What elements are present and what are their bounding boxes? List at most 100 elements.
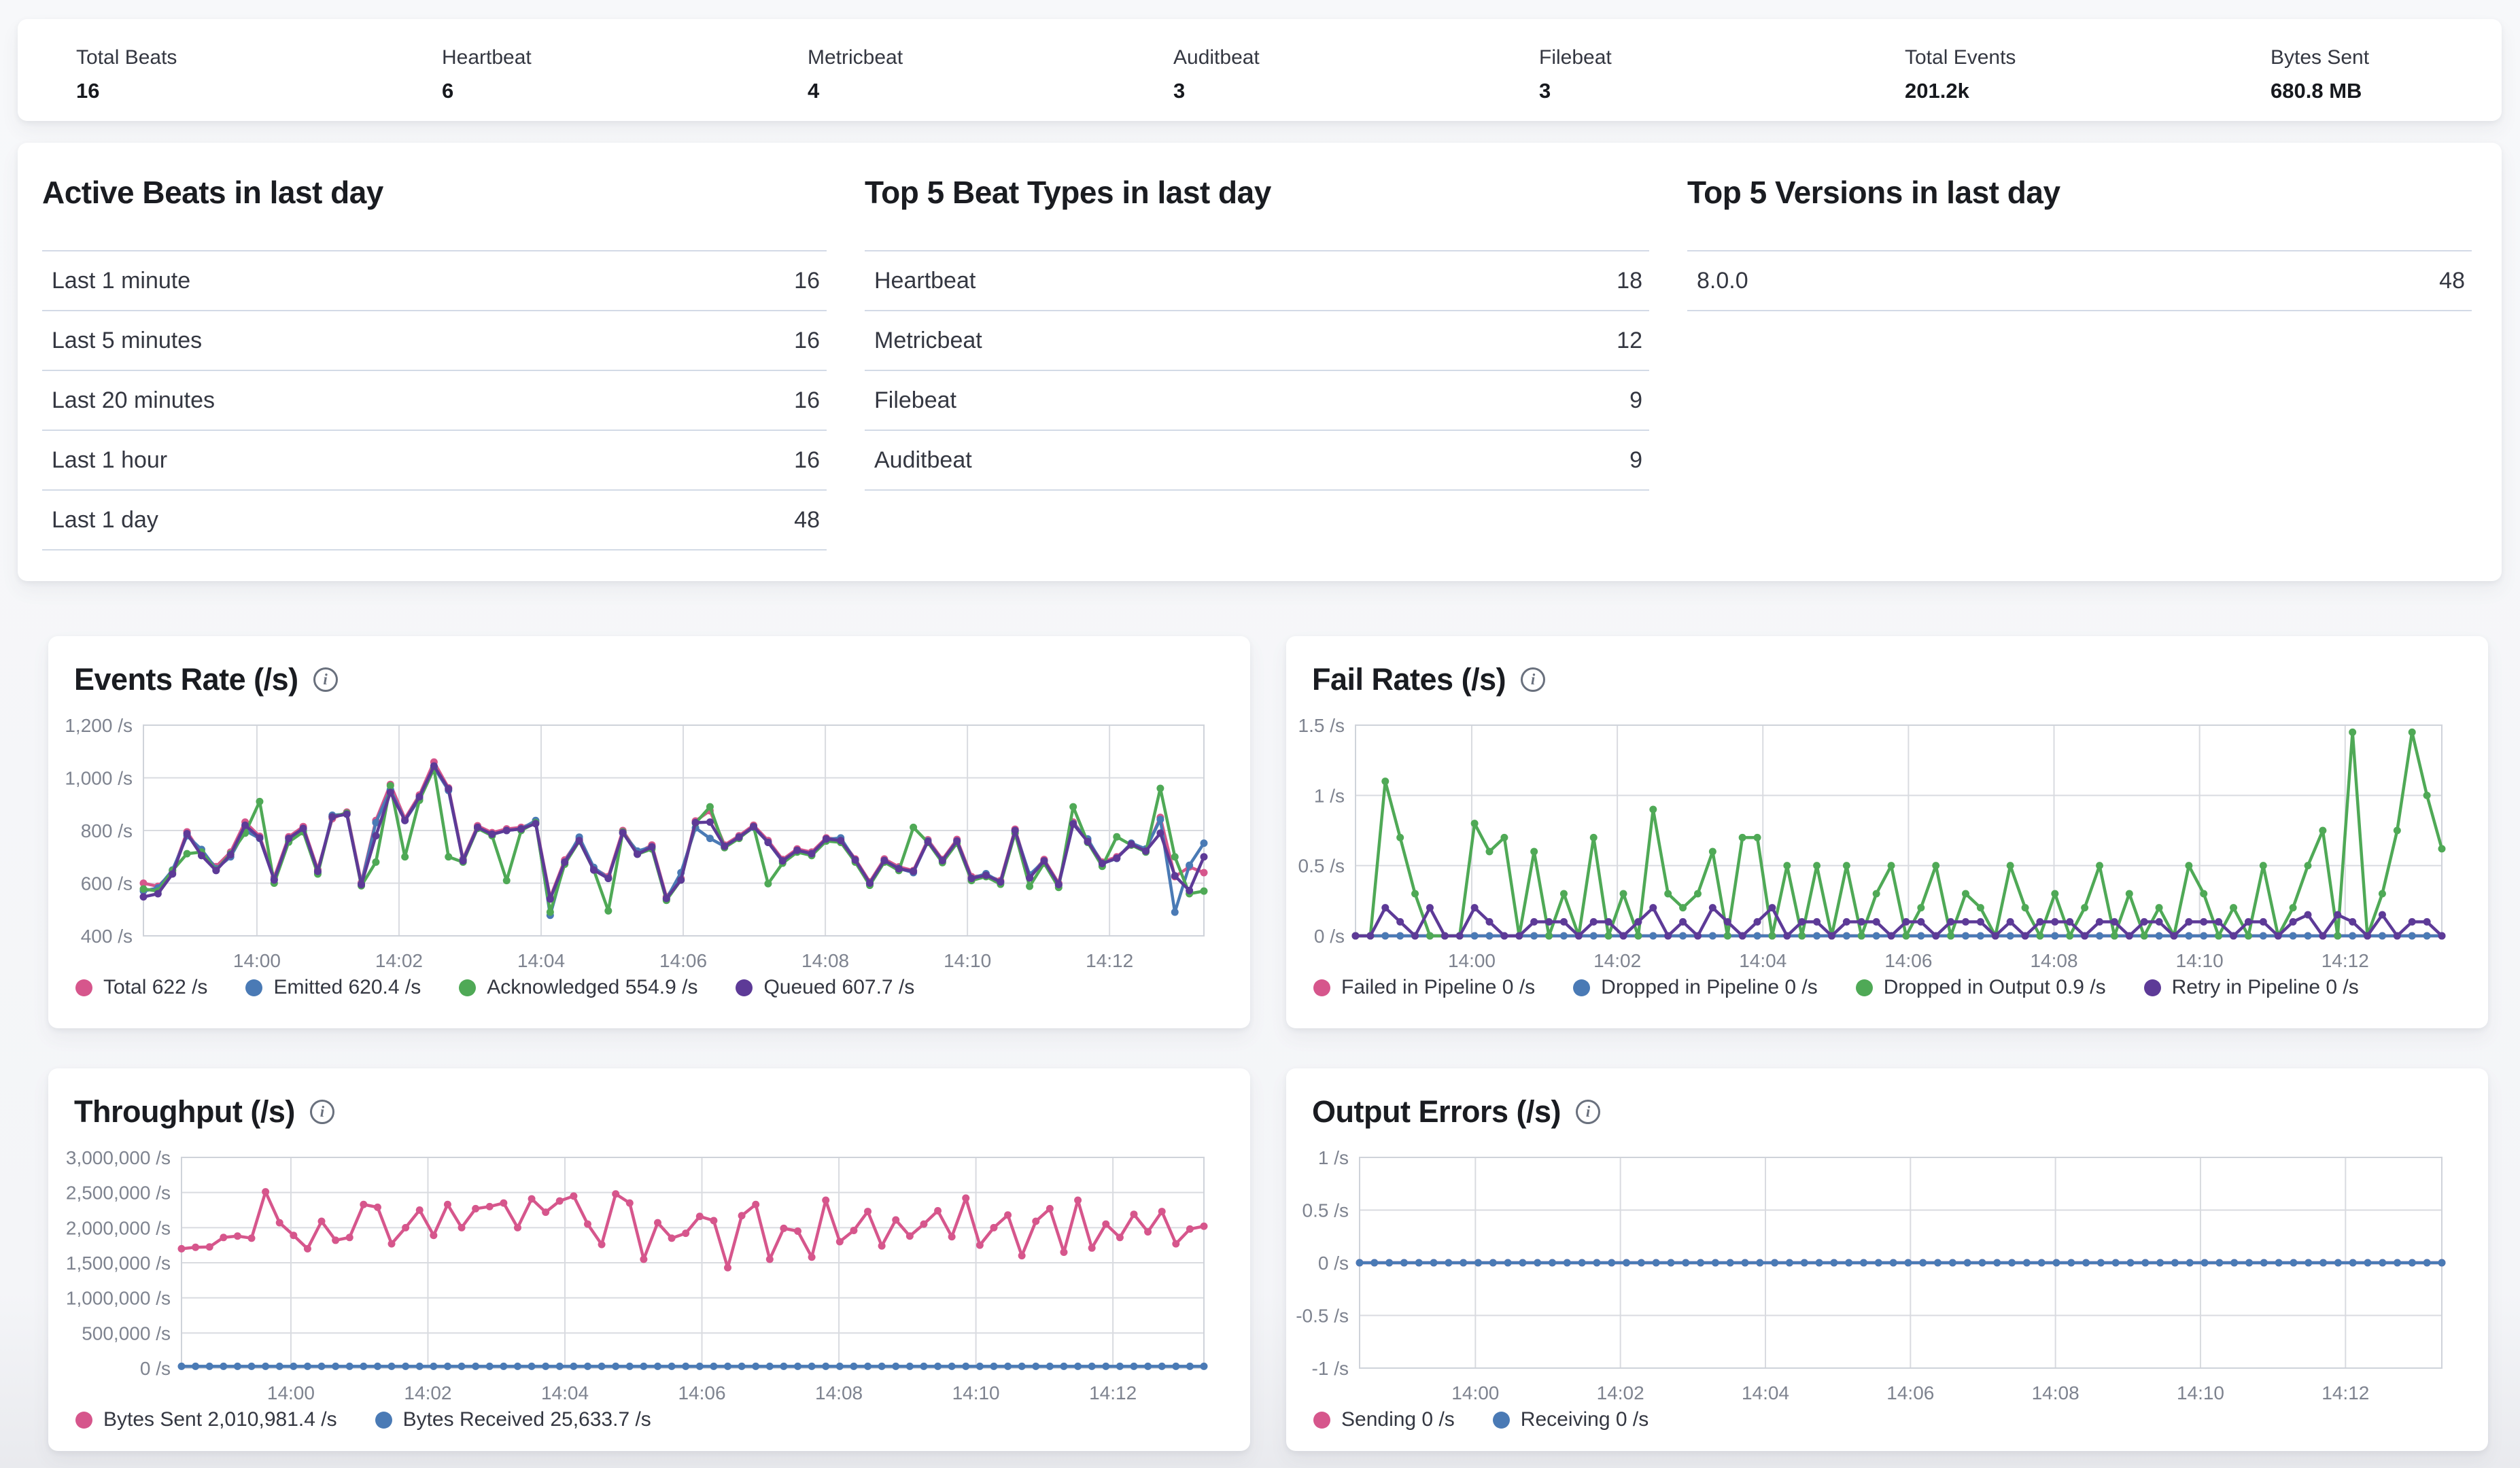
legend-item-retry-in-pipeline[interactable]: Retry in Pipeline 0 /s bbox=[2144, 976, 2359, 999]
legend-item-acknowledged[interactable]: Acknowledged 554.9 /s bbox=[459, 976, 697, 999]
y-axis-tick-label: 0 /s bbox=[140, 1358, 171, 1379]
x-axis-tick-label: 14:04 bbox=[1739, 950, 1787, 971]
legend-label: Total 622 /s bbox=[103, 976, 207, 999]
legend-dot-icon bbox=[2144, 979, 2161, 996]
legend-dot-icon bbox=[1493, 1412, 1510, 1429]
summary-table-rows: Last 1 minute16Last 5 minutes16Last 20 m… bbox=[42, 250, 827, 550]
x-axis-tick-label: 14:02 bbox=[1597, 1382, 1644, 1403]
series-bytes-received bbox=[178, 1363, 1208, 1370]
table-row-value: 18 bbox=[1617, 268, 1649, 294]
legend-label: Receiving 0 /s bbox=[1521, 1408, 1649, 1431]
summary-table: Top 5 Versions in last day 8.0.0 48 bbox=[1687, 174, 2472, 550]
legend-item-queued[interactable]: Queued 607.7 /s bbox=[736, 976, 914, 999]
legend-label: Bytes Received 25,633.7 /s bbox=[403, 1408, 651, 1431]
events-rate-panel: Events Rate (/s)i1,200 /s1,000 /s800 /s6… bbox=[48, 636, 1250, 1028]
series-dropped-in-output bbox=[1352, 729, 2446, 940]
table-row: Auditbeat9 bbox=[865, 431, 1649, 491]
legend-label: Acknowledged 554.9 /s bbox=[487, 976, 697, 999]
stat-label: Total Events bbox=[1905, 46, 2027, 69]
table-row: Last 20 minutes16 bbox=[42, 371, 827, 431]
legend-dot-icon bbox=[75, 979, 92, 996]
chart-legend: Bytes Sent 2,010,981.4 /s Bytes Received … bbox=[75, 1408, 651, 1431]
x-axis-tick-label: 14:02 bbox=[1593, 950, 1641, 971]
x-axis-tick-label: 14:06 bbox=[1886, 1382, 1934, 1403]
legend-dot-icon bbox=[245, 979, 262, 996]
legend-item-failed-in-pipeline[interactable]: Failed in Pipeline 0 /s bbox=[1313, 976, 1535, 999]
stat-item-metricbeat: Metricbeat4 bbox=[808, 46, 930, 121]
table-row-label: Last 1 day bbox=[42, 507, 158, 534]
y-axis-tick-label: 1,000,000 /s bbox=[66, 1288, 171, 1309]
legend-item-dropped-in-output[interactable]: Dropped in Output 0.9 /s bbox=[1856, 976, 2106, 999]
table-row-value: 16 bbox=[794, 328, 827, 354]
events-rate-chart[interactable]: 1,200 /s1,000 /s800 /s600 /s400 /s14:001… bbox=[48, 636, 1250, 973]
stat-item-auditbeat: Auditbeat 3 bbox=[1173, 46, 1296, 121]
stat-label: Total Beats bbox=[76, 46, 199, 69]
legend-label: Sending 0 /s bbox=[1341, 1408, 1455, 1431]
legend-label: Retry in Pipeline 0 /s bbox=[2172, 976, 2359, 999]
summary-table-title: Active Beats in last day bbox=[42, 174, 827, 211]
x-axis-tick-label: 14:04 bbox=[541, 1382, 589, 1403]
stat-label: Bytes Sent bbox=[2271, 46, 2393, 69]
x-axis-tick-label: 14:08 bbox=[2032, 1382, 2079, 1403]
table-row-value: 48 bbox=[2439, 268, 2472, 294]
x-axis-tick-label: 14:00 bbox=[1448, 950, 1496, 971]
table-row-label: Last 1 hour bbox=[42, 447, 167, 474]
x-axis-tick-label: 14:10 bbox=[2176, 950, 2224, 971]
stat-label: Auditbeat bbox=[1173, 46, 1296, 69]
table-row-label: Auditbeat bbox=[865, 447, 972, 474]
legend-item-bytes-sent[interactable]: Bytes Sent 2,010,981.4 /s bbox=[75, 1408, 337, 1431]
legend-item-emitted[interactable]: Emitted 620.4 /s bbox=[245, 976, 421, 999]
summary-tables-row: Active Beats in last dayLast 1 minute16L… bbox=[18, 143, 2502, 550]
x-axis-tick-label: 14:06 bbox=[1884, 950, 1932, 971]
stat-value: 4 bbox=[808, 79, 930, 103]
table-row-value: 16 bbox=[794, 387, 827, 414]
x-axis-tick-label: 14:12 bbox=[2321, 950, 2369, 971]
stat-value: 3 bbox=[1173, 79, 1296, 103]
table-row-label: 8.0.0 bbox=[1687, 268, 1748, 294]
series-bytes-sent bbox=[178, 1188, 1208, 1272]
y-axis-tick-label: 400 /s bbox=[81, 926, 133, 947]
stat-label: Filebeat bbox=[1539, 46, 1661, 69]
table-row-label: Last 1 minute bbox=[42, 268, 190, 294]
stat-item-bytes-sent: Bytes Sent 680.8 MB bbox=[2271, 46, 2393, 121]
y-axis-tick-label: 2,000,000 /s bbox=[66, 1217, 171, 1238]
legend-dot-icon bbox=[375, 1412, 392, 1429]
y-axis-tick-label: 1.5 /s bbox=[1298, 715, 1345, 736]
throughput-chart[interactable]: 3,000,000 /s2,500,000 /s2,000,000 /s1,50… bbox=[48, 1068, 1250, 1405]
x-axis-tick-label: 14:00 bbox=[1451, 1382, 1499, 1403]
legend-dot-icon bbox=[75, 1412, 92, 1429]
fail-rates-chart[interactable]: 1.5 /s1 /s0.5 /s0 /s14:0014:0214:0414:06… bbox=[1286, 636, 2488, 973]
table-row-label: Heartbeat bbox=[865, 268, 976, 294]
legend-item-bytes-received[interactable]: Bytes Received 25,633.7 /s bbox=[375, 1408, 651, 1431]
summary-table-title: Top 5 Versions in last day bbox=[1687, 174, 2472, 211]
stat-value: 6 bbox=[442, 79, 564, 103]
table-row-value: 48 bbox=[794, 507, 827, 534]
series-acknowledged bbox=[140, 765, 1208, 915]
legend-item-receiving[interactable]: Receiving 0 /s bbox=[1493, 1408, 1649, 1431]
y-axis-tick-label: 600 /s bbox=[81, 873, 133, 894]
y-axis-tick-label: 1,200 /s bbox=[65, 715, 133, 736]
y-axis-tick-label: -1 /s bbox=[1312, 1358, 1349, 1379]
legend-item-sending[interactable]: Sending 0 /s bbox=[1313, 1408, 1455, 1431]
stat-label: Heartbeat bbox=[442, 46, 564, 69]
stat-value: 680.8 MB bbox=[2271, 79, 2393, 103]
legend-dot-icon bbox=[1313, 1412, 1330, 1429]
x-axis-tick-label: 14:10 bbox=[2177, 1382, 2224, 1403]
legend-item-dropped-in-pipeline[interactable]: Dropped in Pipeline 0 /s bbox=[1573, 976, 1818, 999]
x-axis-tick-label: 14:12 bbox=[1086, 950, 1133, 971]
x-axis-tick-label: 14:12 bbox=[2321, 1382, 2369, 1403]
y-axis-tick-label: 1,500,000 /s bbox=[66, 1253, 171, 1274]
stats-row: Total Beats16Heartbeat6Metricbeat4Auditb… bbox=[18, 19, 2502, 121]
legend-item-total[interactable]: Total 622 /s bbox=[75, 976, 207, 999]
y-axis-tick-label: 1,000 /s bbox=[65, 768, 133, 789]
table-row-label: Metricbeat bbox=[865, 328, 982, 354]
stat-item-total-events: Total Events201.2k bbox=[1905, 46, 2027, 121]
table-row-value: 16 bbox=[794, 447, 827, 474]
x-axis-tick-label: 14:12 bbox=[1089, 1382, 1137, 1403]
table-row-value: 12 bbox=[1617, 328, 1649, 354]
output-errors-chart[interactable]: 1 /s0.5 /s0 /s-0.5 /s-1 /s14:0014:0214:0… bbox=[1286, 1068, 2488, 1405]
table-row: 8.0.0 48 bbox=[1687, 251, 2472, 311]
chart-legend: Total 622 /s Emitted 620.4 /s Acknowledged… bbox=[75, 976, 914, 999]
table-row-label: Last 5 minutes bbox=[42, 328, 202, 354]
x-axis-tick-label: 14:00 bbox=[267, 1382, 315, 1403]
